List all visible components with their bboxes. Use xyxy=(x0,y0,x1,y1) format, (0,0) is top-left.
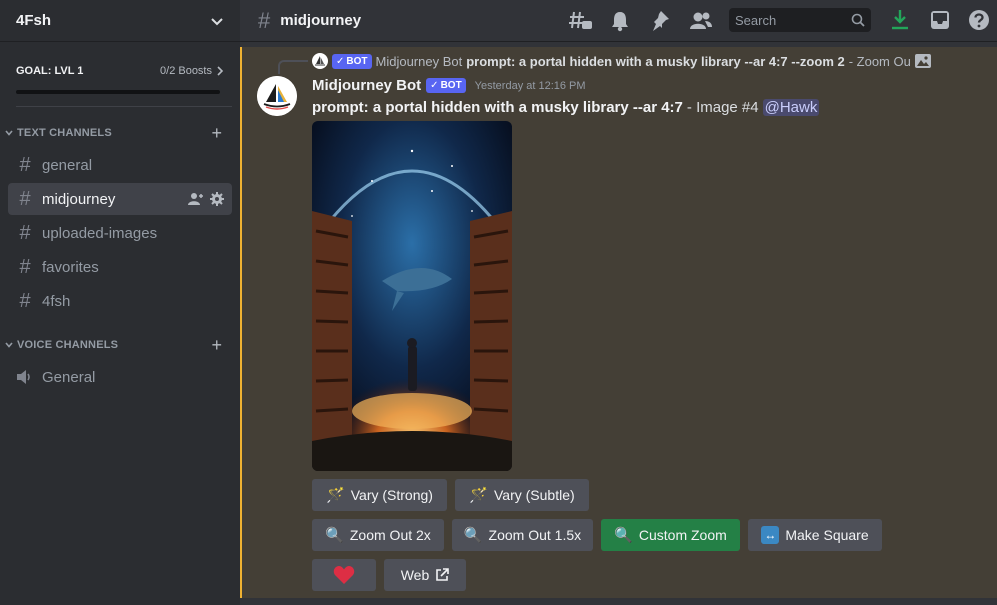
channel-label: 4fsh xyxy=(42,292,71,310)
user-mention[interactable]: @Hawk xyxy=(762,99,820,116)
highlighted-message: ✓ BOT Midjourney Bot prompt: a portal hid… xyxy=(240,47,997,598)
custom-zoom-button[interactable]: 🔍 Custom Zoom xyxy=(601,519,740,551)
section-label: TEXT CHANNELS xyxy=(17,127,112,139)
check-icon: ✓ xyxy=(336,55,345,67)
make-square-button[interactable]: ↔ Make Square xyxy=(748,519,882,551)
speaker-icon xyxy=(17,370,30,384)
image-icon xyxy=(914,54,931,68)
voice-channel-general[interactable]: General xyxy=(8,361,232,393)
check-icon: ✓ xyxy=(430,80,439,91)
threads-icon[interactable] xyxy=(569,10,593,32)
reply-connector xyxy=(278,60,308,74)
sailboat-logo-icon xyxy=(257,76,297,116)
vary-subtle-button[interactable]: 🪄 Vary (Subtle) xyxy=(455,479,589,511)
sailboat-icon xyxy=(315,56,325,66)
hash-icon: # xyxy=(19,255,31,278)
channel-label: favorites xyxy=(42,258,99,276)
channel-label: general xyxy=(42,156,93,174)
channel-uploaded-images[interactable]: # uploaded-images xyxy=(8,217,232,249)
channel-label: uploaded-images xyxy=(42,224,158,242)
add-channel-icon[interactable]: + xyxy=(211,336,222,354)
web-link-button[interactable]: Web xyxy=(384,559,466,591)
channel-general[interactable]: # general xyxy=(8,149,232,181)
image-label: - Image #4 xyxy=(686,99,759,116)
bot-tag: ✓ BOT xyxy=(426,78,466,93)
channel-sidebar: 4Fsh GOAL: LVL 1 0/2 Boosts TEXT CHANNEL… xyxy=(0,0,240,605)
add-channel-icon[interactable]: + xyxy=(211,124,222,142)
author-avatar[interactable] xyxy=(257,76,297,116)
channel-4fsh[interactable]: # 4fsh xyxy=(8,285,232,317)
reply-tail: - Zoom Ou xyxy=(848,53,911,69)
chevron-down-icon xyxy=(5,342,13,348)
reply-text: prompt: a portal hidden with a musky lib… xyxy=(466,53,845,69)
goal-label: GOAL: LVL 1 xyxy=(16,65,84,77)
external-link-icon xyxy=(436,568,450,581)
hash-icon: # xyxy=(19,187,31,210)
divider xyxy=(16,106,232,107)
left-right-arrow-icon: ↔ xyxy=(761,526,780,544)
favorite-heart-button[interactable] xyxy=(312,559,376,591)
message-content: prompt: a portal hidden with a musky lib… xyxy=(312,99,820,116)
bell-icon[interactable] xyxy=(610,10,630,32)
search-icon xyxy=(851,13,865,27)
chevron-down-icon xyxy=(211,17,223,25)
bot-avatar-small xyxy=(312,53,328,69)
channel-title: midjourney xyxy=(280,12,362,29)
invite-member-icon[interactable] xyxy=(188,192,204,206)
author-name[interactable]: Midjourney Bot xyxy=(312,77,421,94)
voice-channels-header[interactable]: VOICE CHANNELS + xyxy=(0,331,240,359)
magic-wand-icon: 🪄 xyxy=(326,487,345,504)
gear-icon[interactable] xyxy=(210,192,224,206)
magnifier-icon: 🔍 xyxy=(325,527,344,544)
hash-icon: # xyxy=(19,221,31,244)
server-name: 4Fsh xyxy=(16,12,52,29)
channel-label: General xyxy=(42,368,96,386)
members-icon[interactable] xyxy=(689,10,713,32)
channel-favorites[interactable]: # favorites xyxy=(8,251,232,283)
vary-strong-button[interactable]: 🪄 Vary (Strong) xyxy=(312,479,447,511)
section-label: VOICE CHANNELS xyxy=(17,339,119,351)
prompt-text: prompt: a portal hidden with a musky lib… xyxy=(312,99,683,116)
hash-icon: # xyxy=(19,153,31,176)
boost-goal[interactable]: GOAL: LVL 1 0/2 Boosts xyxy=(0,42,240,107)
text-channels-header[interactable]: TEXT CHANNELS + xyxy=(0,119,240,147)
server-header[interactable]: 4Fsh xyxy=(0,0,240,42)
search-placeholder: Search xyxy=(735,12,777,28)
generated-image[interactable] xyxy=(312,121,512,471)
channel-midjourney[interactable]: # midjourney xyxy=(8,183,232,215)
reply-author: Midjourney Bot xyxy=(375,53,463,69)
bot-tag: ✓ BOT xyxy=(332,53,372,69)
zoom-out-1-5x-button[interactable]: 🔍 Zoom Out 1.5x xyxy=(452,519,593,551)
goal-count: 0/2 Boosts xyxy=(160,65,212,77)
channel-label: midjourney xyxy=(42,190,116,208)
message-header: Midjourney Bot ✓ BOT Yesterday at 12:16 P… xyxy=(312,77,586,94)
pin-icon[interactable] xyxy=(650,10,670,32)
heart-icon xyxy=(333,566,355,584)
zoom-out-2x-button[interactable]: 🔍 Zoom Out 2x xyxy=(312,519,444,551)
chevron-right-icon xyxy=(217,66,224,76)
hash-icon: # xyxy=(258,7,271,33)
hash-icon: # xyxy=(19,289,31,312)
chevron-down-icon xyxy=(5,130,13,136)
timestamp: Yesterday at 12:16 PM xyxy=(474,79,586,92)
magic-wand-icon: 🪄 xyxy=(469,487,488,504)
magnifier-icon: 🔍 xyxy=(614,527,633,544)
download-icon[interactable] xyxy=(890,9,910,31)
reply-preview[interactable]: ✓ BOT Midjourney Bot prompt: a portal hid… xyxy=(312,53,952,69)
help-icon[interactable] xyxy=(968,9,990,31)
search-input[interactable]: Search xyxy=(729,8,871,32)
magnifier-icon: 🔍 xyxy=(463,527,483,544)
inbox-icon[interactable] xyxy=(929,9,951,31)
goal-progress-bar xyxy=(16,90,220,94)
